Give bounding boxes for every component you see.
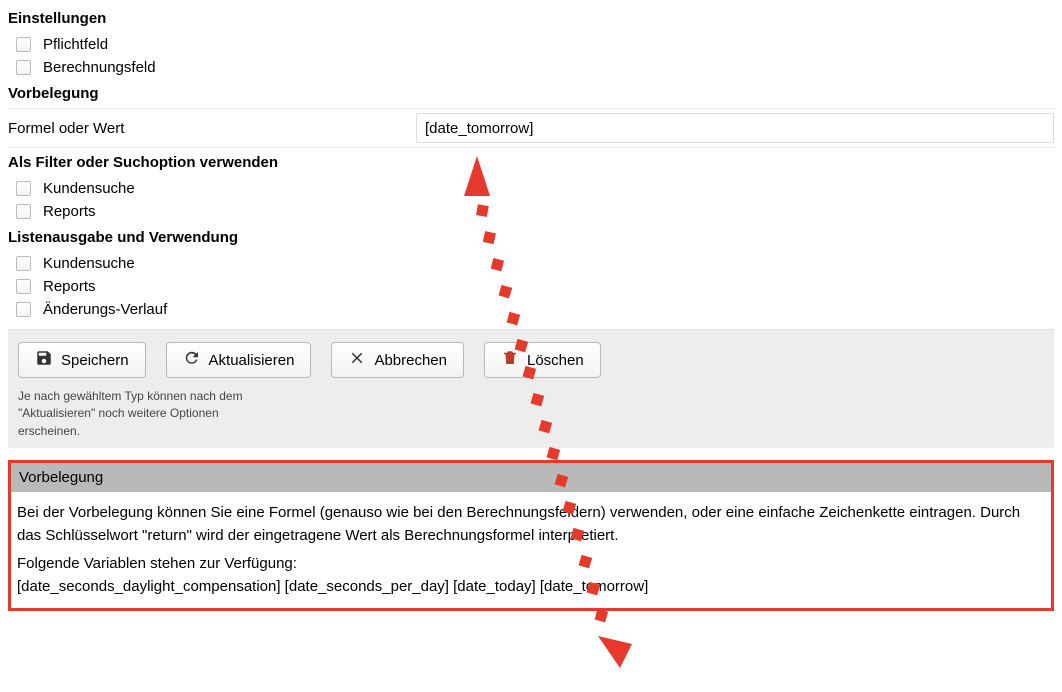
setting-label: Berechnungsfeld xyxy=(43,59,156,76)
save-icon xyxy=(35,349,53,371)
delete-button[interactable]: Löschen xyxy=(484,342,601,378)
filter-heading: Als Filter oder Suchoption verwenden xyxy=(8,154,1054,171)
cancel-button[interactable]: Abbrechen xyxy=(331,342,464,378)
prefill-input[interactable] xyxy=(416,113,1054,143)
help-variables: [date_seconds_daylight_compensation] [da… xyxy=(17,578,648,595)
setting-label: Pflichtfeld xyxy=(43,36,108,53)
listout-kundensuche[interactable]: Kundensuche xyxy=(8,252,1054,275)
settings-heading: Einstellungen xyxy=(8,10,1054,27)
refresh-button[interactable]: Aktualisieren xyxy=(166,342,312,378)
filter-kundensuche[interactable]: Kundensuche xyxy=(8,177,1054,200)
checkbox-icon[interactable] xyxy=(16,256,31,271)
checkbox-icon[interactable] xyxy=(16,37,31,52)
prefill-label: Formel oder Wert xyxy=(8,120,416,137)
hint-text: Je nach gewähltem Typ können nach dem "A… xyxy=(18,388,278,440)
button-bar: Speichern Aktualisieren Abbrechen Lösche… xyxy=(8,329,1054,448)
setting-berechnungsfeld[interactable]: Berechnungsfeld xyxy=(8,56,1054,79)
filter-label: Reports xyxy=(43,203,96,220)
save-button[interactable]: Speichern xyxy=(18,342,146,378)
filter-label: Kundensuche xyxy=(43,180,135,197)
close-icon xyxy=(348,349,366,371)
help-title: Vorbelegung xyxy=(11,463,1051,492)
prefill-heading: Vorbelegung xyxy=(8,85,1054,102)
checkbox-icon[interactable] xyxy=(16,181,31,196)
button-label: Abbrechen xyxy=(374,352,447,369)
listout-heading: Listenausgabe und Verwendung xyxy=(8,229,1054,246)
filter-reports[interactable]: Reports xyxy=(8,200,1054,223)
button-label: Löschen xyxy=(527,352,584,369)
checkbox-icon[interactable] xyxy=(16,302,31,317)
refresh-icon xyxy=(183,349,201,371)
separator xyxy=(8,147,1054,148)
button-label: Speichern xyxy=(61,352,129,369)
button-label: Aktualisieren xyxy=(209,352,295,369)
help-paragraph: Bei der Vorbelegung können Sie eine Form… xyxy=(17,502,1045,547)
trash-icon xyxy=(501,349,519,371)
checkbox-icon[interactable] xyxy=(16,204,31,219)
help-paragraph: Folgende Variablen stehen zur Verfügung: xyxy=(17,555,297,572)
setting-pflichtfeld[interactable]: Pflichtfeld xyxy=(8,33,1054,56)
listout-label: Reports xyxy=(43,278,96,295)
listout-label: Änderungs-Verlauf xyxy=(43,301,167,318)
separator xyxy=(8,108,1054,109)
checkbox-icon[interactable] xyxy=(16,60,31,75)
help-box: Vorbelegung Bei der Vorbelegung können S… xyxy=(8,460,1054,611)
listout-aenderungsverlauf[interactable]: Änderungs-Verlauf xyxy=(8,298,1054,321)
listout-reports[interactable]: Reports xyxy=(8,275,1054,298)
prefill-row: Formel oder Wert xyxy=(8,113,1054,143)
listout-label: Kundensuche xyxy=(43,255,135,272)
checkbox-icon[interactable] xyxy=(16,279,31,294)
